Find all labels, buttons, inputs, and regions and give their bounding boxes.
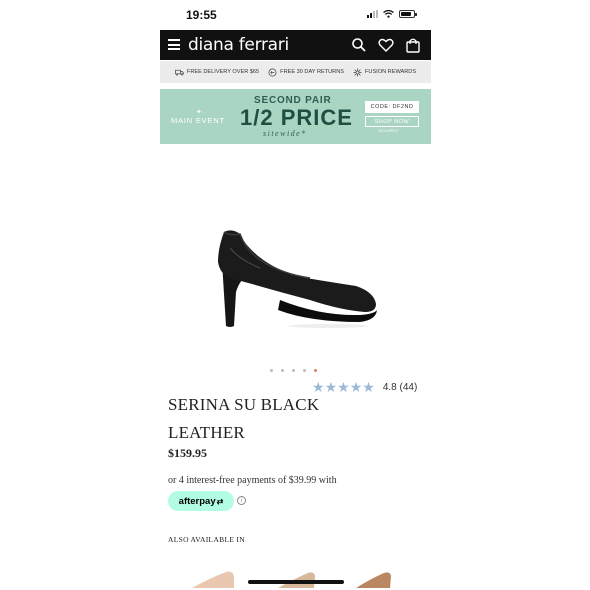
afterpay-label: afterpay bbox=[178, 495, 216, 507]
status-bar: 19:55 bbox=[160, 0, 431, 30]
brand-logo[interactable]: diana ferrari bbox=[188, 35, 289, 55]
status-icons bbox=[367, 10, 417, 18]
menu-icon[interactable] bbox=[168, 39, 180, 50]
variant-tan-thumbnail[interactable] bbox=[356, 572, 391, 588]
promo-fine-print: T&Cs APPLY bbox=[378, 129, 399, 133]
truck-icon bbox=[175, 69, 184, 76]
promo-code: CODE: DF2ND bbox=[365, 101, 419, 113]
product-price: $159.95 bbox=[168, 446, 207, 460]
product-title: SERINA SU BLACK LEATHER bbox=[168, 395, 320, 442]
heart-icon[interactable] bbox=[378, 37, 394, 53]
site-header: diana ferrari bbox=[160, 30, 431, 60]
search-icon[interactable] bbox=[351, 37, 367, 53]
carousel-dot-active[interactable] bbox=[314, 369, 317, 372]
promo-offer: 1/2 PRICE bbox=[240, 105, 353, 130]
home-indicator[interactable] bbox=[248, 580, 344, 584]
promo-banner[interactable]: ✦· MAIN EVENT SECOND PAIR 1/2 PRICE site… bbox=[160, 89, 431, 144]
black-pump-shoe bbox=[218, 230, 377, 328]
image-carousel-dots[interactable] bbox=[270, 369, 317, 372]
bag-icon[interactable] bbox=[405, 37, 421, 53]
wifi-icon bbox=[383, 10, 394, 18]
product-image[interactable] bbox=[160, 150, 431, 360]
perks-bar: FREE DELIVERY OVER $65 FREE 30 DAY RETUR… bbox=[160, 61, 431, 83]
rating-value: 4.8 (44) bbox=[382, 381, 418, 393]
carousel-dot[interactable] bbox=[281, 369, 284, 372]
perk-free-returns[interactable]: FREE 30 DAY RETURNS bbox=[268, 68, 344, 77]
colour-variants bbox=[160, 562, 431, 590]
shop-now-button[interactable]: SHOP NOW bbox=[365, 116, 419, 127]
carousel-dot[interactable] bbox=[292, 369, 295, 372]
perk-label: FUSION REWARDS bbox=[364, 69, 417, 75]
signal-icon bbox=[367, 10, 378, 18]
carousel-dot[interactable] bbox=[270, 369, 273, 372]
variant-nude-thumbnail[interactable] bbox=[192, 571, 234, 589]
sparkle-icon: ✦· bbox=[196, 109, 205, 116]
also-available-heading: ALSO AVAILABLE IN bbox=[168, 535, 245, 544]
perk-fusion-rewards[interactable]: FUSION REWARDS bbox=[353, 67, 417, 77]
return-icon bbox=[268, 68, 277, 76]
battery-icon bbox=[399, 10, 417, 18]
carousel-dot[interactable] bbox=[303, 369, 306, 372]
afterpay-badge[interactable]: afterpay ⇄ bbox=[168, 491, 234, 511]
phone-screen: 19:55 diana ferrari FREE DELIVERY OVER $… bbox=[160, 0, 431, 590]
afterpay-text: or 4 interest-free payments of $39.99 wi… bbox=[168, 475, 337, 486]
perk-free-delivery[interactable]: FREE DELIVERY OVER $65 bbox=[175, 68, 259, 77]
perk-label: FREE DELIVERY OVER $65 bbox=[186, 69, 260, 75]
promo-event: MAIN EVENT bbox=[171, 116, 225, 125]
sparkle-icon bbox=[353, 67, 362, 77]
info-icon[interactable]: i bbox=[237, 496, 246, 505]
perk-label: FREE 30 DAY RETURNS bbox=[280, 69, 344, 75]
header-actions bbox=[351, 37, 421, 53]
afterpay-arrows-icon: ⇄ bbox=[216, 496, 224, 506]
promo-scope: sitewide* bbox=[263, 129, 307, 138]
status-time: 19:55 bbox=[186, 8, 217, 22]
